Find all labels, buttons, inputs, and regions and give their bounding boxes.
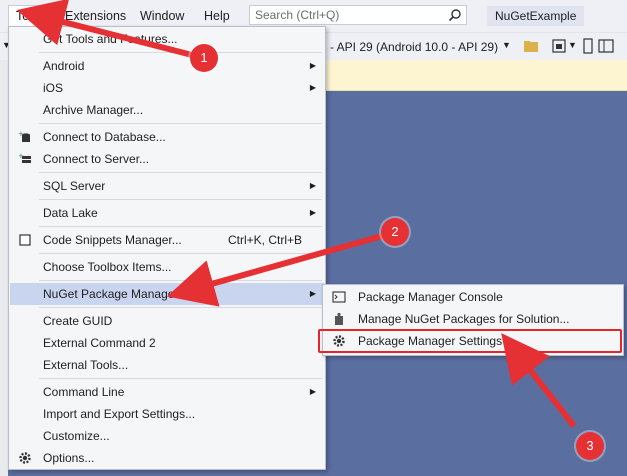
step-badge-2: 2 <box>381 218 409 246</box>
arrow-3 <box>501 333 577 428</box>
annotation-arrows <box>16 0 577 428</box>
arrow-1 <box>16 0 197 59</box>
step-badge-3: 3 <box>576 432 604 460</box>
step-badge-1: 1 <box>190 44 218 72</box>
arrow-2 <box>166 233 383 307</box>
